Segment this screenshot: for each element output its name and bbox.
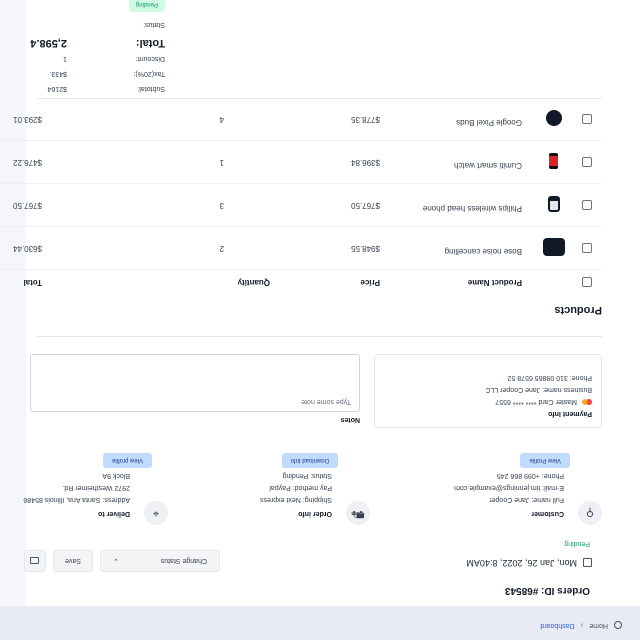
breadcrumb-dashboard[interactable]: Dashboard	[540, 622, 574, 629]
download-info-button[interactable]: Download Info	[281, 453, 338, 468]
payment-card-number: Master Card **** **** 6557	[384, 395, 592, 407]
order-shipping: Shipping: Next express	[260, 496, 332, 503]
products-table-header: Product Name Price Quantity Total	[2, 273, 602, 289]
top-bar: Home › Dashboard	[0, 606, 640, 640]
notes-input[interactable]: Type some note	[30, 354, 360, 412]
page-title: Orders ID: #68543	[504, 585, 590, 596]
view-delivery-profile-button[interactable]: View profile	[103, 453, 152, 468]
discount-label: Discount:	[135, 55, 165, 62]
customer-phone: Phone: +099 866 245	[496, 472, 564, 479]
subtotal-label: Subtotal:	[137, 85, 165, 92]
order-date: Mon, Jan 26, 2022, 8:40AM	[466, 558, 592, 568]
right-panel-strip	[0, 0, 26, 640]
truck-icon: ⛟	[346, 501, 370, 525]
deliver-address: Address: Santa Ana, Illinois 85486	[23, 496, 130, 503]
tax-value: $433.	[49, 70, 67, 77]
header-price: Price	[360, 278, 380, 287]
payment-heading: Payment Info	[548, 410, 592, 417]
customer-details: Customer Full name: Jane Cooper E-mail: …	[424, 469, 564, 519]
order-status-text: Pending	[564, 540, 590, 547]
header-quantity: Quantity	[237, 278, 270, 287]
chevron-down-icon: ⌄	[113, 557, 119, 564]
deliver-to-details: Deliver to Address: Santa Ana, Illinois …	[0, 469, 130, 519]
row-checkbox[interactable]	[582, 243, 592, 253]
product-name: Bose noise cancelling	[444, 247, 522, 256]
customer-heading: Customer	[531, 510, 564, 517]
product-price: $778.35	[351, 115, 380, 124]
order-info-details: Order info Shipping: Next express Pay me…	[192, 469, 332, 519]
payment-phone: Phone: 310 09865 6578 52	[507, 374, 592, 381]
notes-label: Notes	[340, 416, 360, 423]
customer-full-name: Full name: Jane Cooper	[489, 496, 564, 503]
chevron-right-icon: ›	[580, 621, 584, 630]
product-quantity: 3	[219, 201, 224, 210]
deliver-address-line2: 2972 Westheimer Rd.	[62, 484, 130, 491]
row-checkbox[interactable]	[582, 200, 592, 210]
table-row[interactable]: Bose noise cancelling $948.55 2 $630.44	[0, 228, 602, 270]
location-pin-icon: ⌖	[144, 501, 168, 525]
order-info-status: Status: Pending	[282, 472, 332, 479]
table-row[interactable]: Cumiti smart watch $396.84 1 $476.22	[0, 142, 602, 184]
order-date-text: Mon, Jan 26, 2022, 8:40AM	[466, 558, 577, 568]
view-customer-profile-button[interactable]: View Profile	[520, 453, 570, 468]
product-total: $293.01	[13, 115, 42, 124]
smartwatch-icon	[542, 149, 566, 173]
discount-value: 1	[63, 55, 67, 62]
subtotal-value: $2164	[47, 85, 67, 92]
product-price: $396.84	[351, 158, 380, 167]
section-divider	[37, 98, 602, 99]
table-row[interactable]: Philips wireless head phone $767.50 3 $7…	[0, 185, 602, 227]
products-title: Products	[554, 304, 602, 316]
print-button[interactable]	[24, 550, 46, 572]
customer-email: E-mail: tim.jennings@example.com	[454, 484, 564, 491]
product-price: $767.50	[351, 201, 380, 210]
product-price: $948.55	[351, 244, 380, 253]
printer-icon	[30, 557, 40, 565]
order-info-heading: Order info	[298, 510, 332, 517]
status-label: Status:	[143, 21, 165, 28]
breadcrumb: Home › Dashboard	[540, 621, 622, 630]
product-quantity: 1	[219, 158, 224, 167]
mastercard-icon	[582, 399, 592, 405]
breadcrumb-home[interactable]: Home	[589, 622, 608, 629]
earbuds-icon	[542, 106, 566, 130]
row-checkbox[interactable]	[582, 157, 592, 167]
change-status-select[interactable]: Change Status ⌄	[100, 550, 220, 572]
header-total: Total	[23, 278, 42, 287]
user-icon: ⚲	[578, 501, 602, 525]
order-details-page: Home › Dashboard Orders ID: #68543 Mon, …	[0, 0, 640, 640]
row-checkbox[interactable]	[582, 114, 592, 124]
product-total: $476.22	[13, 158, 42, 167]
save-button[interactable]: Save	[53, 550, 93, 572]
headphone-icon	[542, 192, 566, 216]
product-quantity: 4	[219, 115, 224, 124]
total-value: 2,598.4	[30, 37, 67, 49]
bose-headphone-icon	[542, 235, 566, 259]
header-product-name: Product Name	[467, 278, 522, 287]
product-name: Google Pixel Buds	[456, 118, 522, 127]
product-total: $630.44	[13, 244, 42, 253]
table-row[interactable]: Google Pixel Buds $778.35 4 $293.01	[0, 99, 602, 141]
product-name: Cumiti smart watch	[453, 161, 522, 170]
product-quantity: 2	[219, 244, 224, 253]
calendar-icon	[583, 558, 592, 568]
payment-business: Business name: Jane Cooper LLC	[485, 386, 592, 393]
order-pay-method: Pay method: Paypal	[269, 484, 332, 491]
deliver-address-line3: Block 9A	[102, 472, 130, 479]
product-total: $767.50	[13, 201, 42, 210]
deliver-to-heading: Deliver to	[98, 510, 130, 517]
status-badge: Pending	[128, 0, 165, 12]
payment-info-card: Payment Info Master Card **** **** 6557 …	[374, 354, 602, 428]
tax-label: Tax(20%):	[133, 70, 165, 77]
change-status-label: Change Status	[160, 557, 207, 565]
payment-card-text: Master Card **** **** 6557	[495, 398, 577, 405]
product-name: Philips wireless head phone	[422, 204, 522, 213]
total-label: Total:	[135, 37, 165, 49]
home-icon	[614, 621, 622, 630]
select-all-checkbox[interactable]	[582, 277, 592, 287]
section-divider	[37, 336, 602, 337]
